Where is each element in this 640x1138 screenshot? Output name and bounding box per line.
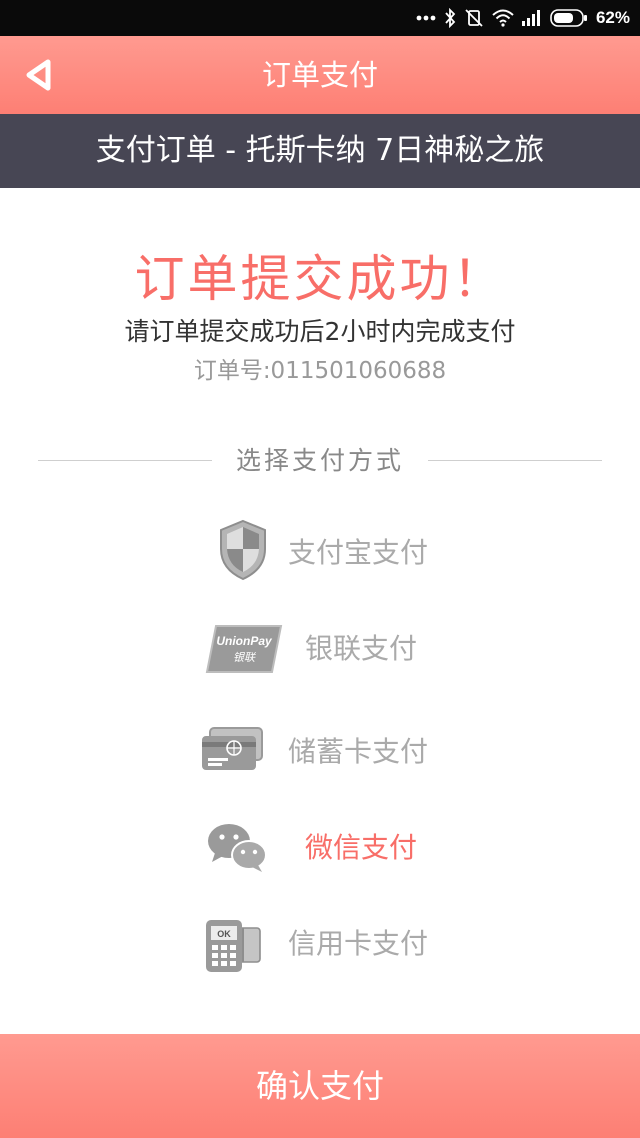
shield-icon bbox=[220, 519, 266, 581]
order-banner: 支付订单 - 托斯卡纳 7日神秘之旅 bbox=[0, 114, 640, 188]
svg-text:OK: OK bbox=[217, 929, 231, 939]
status-bar: 62% bbox=[0, 0, 640, 36]
svg-text:UnionPay: UnionPay bbox=[216, 634, 273, 648]
success-title: 订单提交成功！ bbox=[134, 250, 506, 308]
payment-option-label: 微信支付 bbox=[305, 831, 418, 864]
payment-option-wechat[interactable]: 微信支付 bbox=[0, 802, 640, 892]
order-number: 订单号:011501060688 bbox=[193, 358, 447, 384]
battery-percent: 62% bbox=[595, 8, 630, 27]
battery-icon bbox=[550, 9, 587, 27]
payment-option-label: 储蓄卡支付 bbox=[288, 735, 429, 768]
svg-text:银联: 银联 bbox=[233, 651, 256, 664]
unionpay-card-icon: UnionPay 银联 bbox=[205, 625, 283, 673]
wifi-icon bbox=[492, 9, 514, 27]
payment-option-credit-card[interactable]: OK 信用卡支付 bbox=[0, 898, 640, 988]
page-title: 订单支付 bbox=[261, 58, 378, 92]
wechat-icon bbox=[208, 824, 267, 872]
payment-option-label: 信用卡支付 bbox=[288, 927, 429, 960]
divider-right bbox=[428, 460, 602, 461]
confirm-payment-button[interactable]: 确认支付 bbox=[0, 1034, 640, 1138]
card-terminal-icon: OK bbox=[206, 920, 261, 972]
more-dots-icon bbox=[416, 15, 436, 21]
payment-option-alipay[interactable]: 支付宝支付 bbox=[0, 507, 640, 597]
payment-section-label: 选择支付方式 bbox=[235, 446, 404, 475]
debit-card-icon bbox=[202, 727, 263, 770]
signal-icon bbox=[521, 10, 540, 26]
bluetooth-icon bbox=[445, 8, 456, 28]
success-subtitle: 请订单提交成功后2小时内完成支付 bbox=[124, 317, 516, 346]
title-bar: 订单支付 bbox=[0, 36, 640, 114]
status-icons: 62% bbox=[416, 0, 630, 36]
payment-option-label: 银联支付 bbox=[305, 632, 418, 665]
payment-option-label: 支付宝支付 bbox=[288, 536, 429, 569]
payment-option-debit-card[interactable]: 储蓄卡支付 bbox=[0, 706, 640, 796]
vibrate-off-icon bbox=[465, 9, 483, 27]
payment-option-unionpay[interactable]: UnionPay 银联 银联支付 bbox=[0, 603, 640, 693]
